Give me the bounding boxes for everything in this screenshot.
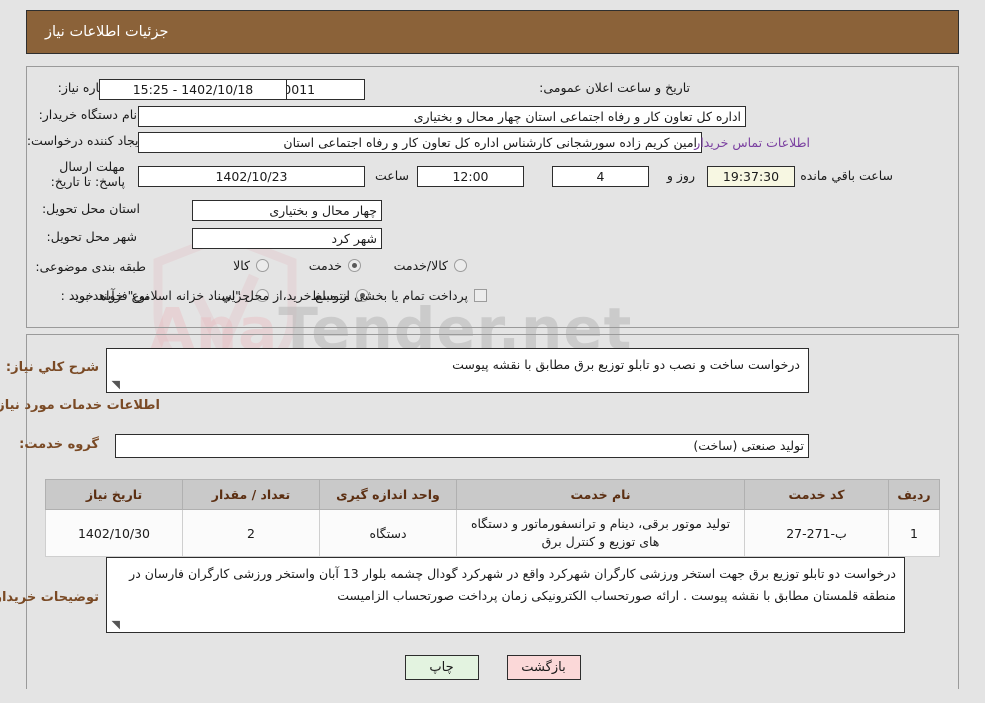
buyer-contact-link[interactable]: اطلاعات تماس خریدار	[694, 135, 810, 150]
th-need-date: تاریخ نیاز	[45, 479, 183, 510]
th-row-index: ردیف	[888, 479, 940, 510]
buyer-notes-value: درخواست دو تابلو توزیع برق جهت استخر ورز…	[129, 566, 896, 603]
category-label-wrap: طبقه بندی موضوعی:	[35, 259, 146, 274]
buyer-org-label-wrap: نام دستگاه خریدار:	[39, 107, 137, 122]
resize-grip-icon-notes[interactable]: ◥	[110, 619, 120, 630]
delivery-province-value: چهار محال و بختیاری	[192, 200, 382, 221]
delivery-city-value: شهر کرد	[192, 228, 382, 249]
table-header-row: ردیف کد خدمت نام خدمت واحد اندازه گیری ت…	[45, 479, 940, 510]
buyer-notes-label: توضیحات خریدار:	[0, 590, 99, 605]
page-header: جزئیات اطلاعات نیاز	[26, 10, 959, 54]
service-group-value: تولید صنعتی (ساخت)	[115, 434, 809, 458]
public-announce-value: 1402/10/18 - 15:25	[99, 79, 287, 100]
buyer-notes-textarea[interactable]: درخواست دو تابلو توزیع برق جهت استخر ورز…	[106, 557, 905, 633]
category-option-kala-label: کالا	[233, 258, 250, 273]
radio-kala-khedmat-icon[interactable]	[454, 259, 467, 272]
category-option-kala-khedmat[interactable]: کالا/خدمت	[392, 258, 467, 273]
buyer-org-label: نام دستگاه خریدار:	[38, 107, 137, 122]
category-option-kala-khedmat-label: کالا/خدمت	[393, 258, 448, 273]
requester-label: ایجاد کننده درخواست:	[26, 133, 142, 148]
requester-value: امین کریم زاده سورشجانی کارشناس اداره کل…	[138, 132, 702, 153]
radio-kala-icon[interactable]	[256, 259, 269, 272]
treasury-checkbox[interactable]	[474, 289, 487, 302]
general-desc-textarea[interactable]: درخواست ساخت و نصب دو تابلو توزیع برق مط…	[106, 348, 809, 393]
remaining-days-label: روز و	[666, 168, 695, 183]
deadline-time-label: ساعت	[374, 168, 409, 183]
delivery-province-label: استان محل تحویل:	[41, 201, 140, 216]
cell-unit: دستگاه	[319, 509, 457, 557]
category-option-khedmat-label: خدمت	[308, 258, 342, 273]
cell-quantity: 2	[182, 509, 320, 557]
table-row: 1 ب-271-27 تولید موتور برقی، دینام و ترا…	[45, 509, 940, 557]
treasury-note-text: پرداخت تمام یا بخشی از مبلغ خرید،از محل …	[69, 288, 468, 303]
service-group-label: گروه خدمت:	[19, 437, 99, 452]
page-root: AnaTender.net جزئیات اطلاعات نیاز شماره …	[0, 0, 985, 703]
remaining-time-value: 19:37:30	[707, 166, 795, 187]
treasury-note-wrap: پرداخت تمام یا بخشی از مبلغ خرید،از محل …	[69, 288, 487, 303]
deadline-date-value: 1402/10/23	[138, 166, 365, 187]
buyer-org-value: اداره کل تعاون کار و رفاه اجتماعی استان …	[138, 106, 746, 127]
remaining-time-label: ساعت باقي مانده	[800, 168, 893, 183]
print-button[interactable]: چاپ	[404, 655, 479, 680]
radio-khedmat-icon[interactable]	[348, 259, 361, 272]
cell-service-name: تولید موتور برقی، دینام و ترانسفورماتور …	[456, 509, 745, 557]
delivery-city-label-wrap: شهر محل تحویل:	[47, 229, 137, 244]
deadline-label: مهلت ارسال پاسخ: تا تاریخ:	[50, 159, 125, 189]
footer-button-bar: بازگشت چاپ	[0, 655, 985, 680]
public-announce-label: تاریخ و ساعت اعلان عمومی:	[539, 80, 690, 95]
services-table: ردیف کد خدمت نام خدمت واحد اندازه گیری ت…	[45, 479, 940, 557]
general-desc-label: شرح کلي نیاز:	[5, 360, 99, 375]
category-label: طبقه بندی موضوعی:	[35, 259, 146, 274]
th-service-name: نام خدمت	[456, 479, 745, 510]
cell-service-code: ب-271-27	[744, 509, 889, 557]
cell-row-index: 1	[888, 509, 940, 557]
category-option-khedmat[interactable]: خدمت	[307, 258, 361, 273]
general-desc-value: درخواست ساخت و نصب دو تابلو توزیع برق مط…	[452, 357, 800, 372]
remaining-days-value: 4	[552, 166, 649, 187]
requester-label-wrap: ایجاد کننده درخواست:	[27, 133, 142, 148]
cell-need-date: 1402/10/30	[45, 509, 183, 557]
th-service-code: کد خدمت	[744, 479, 889, 510]
th-unit: واحد اندازه گیری	[319, 479, 457, 510]
th-quantity: تعداد / مقدار	[182, 479, 320, 510]
deadline-time-value: 12:00	[417, 166, 524, 187]
category-option-kala[interactable]: کالا	[231, 258, 269, 273]
back-button[interactable]: بازگشت	[506, 655, 581, 680]
delivery-city-label: شهر محل تحویل:	[46, 229, 137, 244]
public-announce-label-wrap: تاریخ و ساعت اعلان عمومی:	[539, 80, 690, 95]
delivery-province-label-wrap: استان محل تحویل:	[42, 201, 140, 216]
page-title: جزئیات اطلاعات نیاز	[45, 24, 169, 40]
resize-grip-icon[interactable]: ◥	[110, 379, 120, 390]
services-heading: اطلاعات خدمات مورد نیاز	[0, 398, 160, 413]
